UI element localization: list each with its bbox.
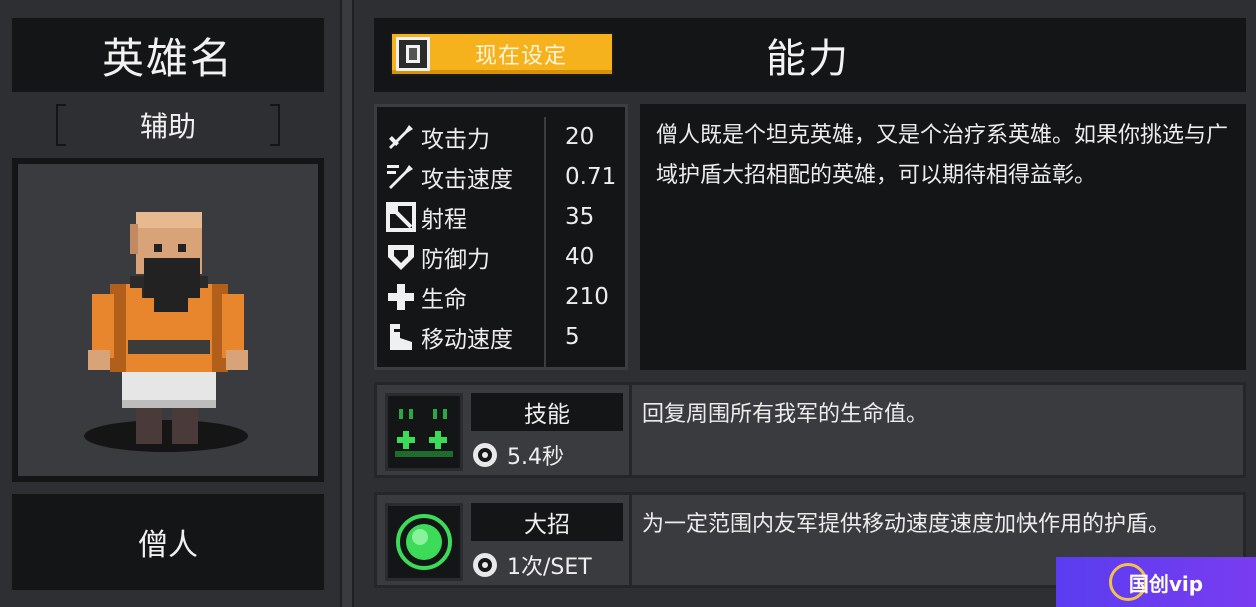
stat-label: 攻击力 <box>421 127 490 153</box>
stat-label: 攻击速度 <box>421 167 513 193</box>
attack-speed-icon <box>387 165 413 189</box>
range-icon <box>386 202 416 232</box>
boot-icon <box>390 324 412 350</box>
hero-type-name: 僧人 <box>12 494 324 590</box>
stat-value: 210 <box>565 284 609 310</box>
hero-portrait-background <box>18 164 318 476</box>
skill-cooldown-value: 5.4秒 <box>507 445 564 470</box>
stat-value: 40 <box>565 244 595 270</box>
stat-row-attack-speed: 攻击速度 0.71 <box>385 157 625 197</box>
health-cross-icon <box>388 284 414 310</box>
hero-portrait <box>12 158 324 482</box>
stat-row-defense: 防御力 40 <box>385 237 625 277</box>
cooldown-clock-icon <box>473 443 497 467</box>
stat-label: 射程 <box>421 207 467 233</box>
key-icon <box>396 37 430 71</box>
stat-value: 0.71 <box>565 164 617 190</box>
stat-row-move-speed: 移动速度 5 <box>385 317 625 357</box>
hero-info-column: 英雄名 辅助 僧人 <box>0 0 340 607</box>
skill-name: 技能 <box>471 393 623 431</box>
stat-label: 移动速度 <box>421 327 513 353</box>
shield-orb-icon <box>385 503 463 581</box>
skill-description: 回复周围所有我军的生命值。 <box>629 385 1243 475</box>
stat-label: 防御力 <box>421 247 490 273</box>
ability-header: 现在设定 能力 <box>374 18 1246 92</box>
stat-value: 35 <box>565 204 595 230</box>
stat-row-health: 生命 210 <box>385 277 625 317</box>
ultimate-cooldown-value: 1次/SET <box>507 555 592 580</box>
watermark-text: 国创vip <box>1128 571 1204 596</box>
heal-skill-icon <box>385 393 463 471</box>
stats-panel: 攻击力 20 攻击速度 0.71 射程 35 防御力 40 生命 210 移动速… <box>374 104 628 370</box>
set-now-button[interactable]: 现在设定 <box>390 32 614 76</box>
stat-row-range: 射程 35 <box>385 197 625 237</box>
hero-role: 辅助 <box>56 104 280 146</box>
sword-icon <box>385 121 417 153</box>
hero-description: 僧人既是个坦克英雄，又是个治疗系英雄。如果你挑选与广域护盾大招相配的英雄，可以期… <box>640 104 1246 370</box>
skill-panel: 技能 5.4秒 回复周围所有我军的生命值。 <box>374 382 1246 478</box>
ultimate-name: 大招 <box>471 503 623 541</box>
ability-section-title: 能力 <box>766 36 850 82</box>
right-bracket <box>270 104 280 146</box>
left-bracket <box>56 104 66 146</box>
stat-row-attack: 攻击力 20 <box>385 117 625 157</box>
watermark-logo: 国创vip <box>1056 557 1256 607</box>
column-divider <box>340 0 354 607</box>
monk-sprite <box>84 212 248 452</box>
stat-value: 20 <box>565 124 595 150</box>
cooldown-clock-icon <box>473 553 497 577</box>
skill-cooldown: 5.4秒 <box>471 437 623 473</box>
ultimate-cooldown: 1次/SET <box>471 547 623 583</box>
stat-label: 生命 <box>421 287 467 313</box>
stat-value: 5 <box>565 324 580 350</box>
hero-role-label: 辅助 <box>139 110 196 143</box>
set-now-label: 现在设定 <box>474 44 567 69</box>
hero-name-title: 英雄名 <box>12 18 324 92</box>
shield-icon <box>388 245 414 270</box>
